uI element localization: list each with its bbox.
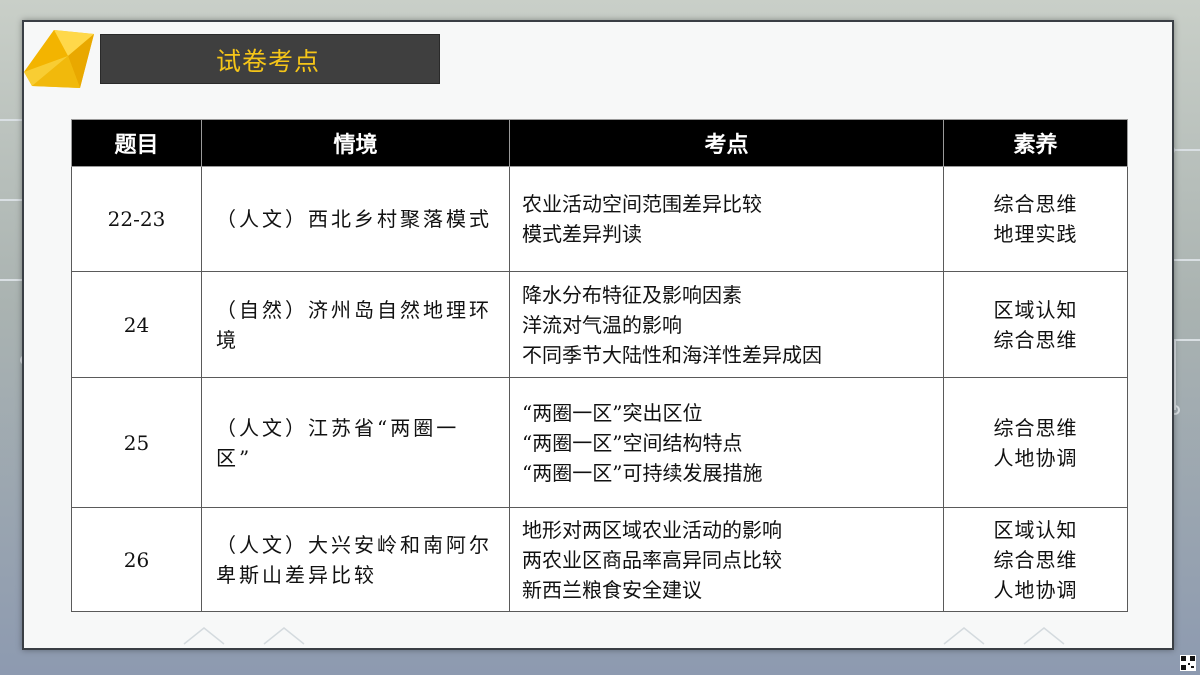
literacy-item: 综合思维 — [993, 415, 1078, 440]
point-item: 地形对两区域农业活动的影响 — [522, 517, 782, 542]
situation-cell: （人文）大兴安岭和南阿尔卑斯山差异比较 — [201, 507, 510, 612]
literacy-item: 综合思维 — [993, 547, 1078, 572]
table-row: 22-23 （人文）西北乡村聚落模式 农业活动空间范围差异比较 模式差异判读 综… — [71, 166, 1128, 272]
literacy-item: 综合思维 — [993, 327, 1078, 352]
table-row: 25 （人文）江苏省“两圈一区” “两圈一区”突出区位 “两圈一区”空间结构特点… — [71, 377, 1128, 508]
page-title: 试卷考点 — [216, 47, 321, 76]
situation-cell: （自然）济州岛自然地理环境 — [201, 271, 510, 378]
literacy-cell: 综合思维 人地协调 — [943, 377, 1128, 508]
literacy-item: 人地协调 — [993, 577, 1078, 602]
table-row: 26 （人文）大兴安岭和南阿尔卑斯山差异比较 地形对两区域农业活动的影响 两农业… — [71, 507, 1128, 612]
point-item: 不同季节大陆性和海洋性差异成因 — [522, 342, 822, 367]
header-literacy: 素养 — [943, 119, 1128, 167]
literacy-item: 综合思维 — [993, 192, 1078, 216]
points-cell: 地形对两区域农业活动的影响 两农业区商品率高异同点比较 新西兰粮食安全建议 — [509, 507, 944, 612]
header-situation: 情境 — [201, 119, 510, 167]
literacy-cell: 综合思维 地理实践 — [943, 166, 1128, 272]
point-item: “两圈一区”突出区位 — [522, 400, 703, 425]
header-question: 题目 — [71, 119, 202, 167]
point-item: 降水分布特征及影响因素 — [522, 282, 742, 307]
question-number: 22-23 — [71, 166, 202, 272]
point-item: 模式差异判读 — [522, 222, 642, 246]
point-item: “两圈一区”空间结构特点 — [522, 430, 743, 455]
exam-points-table: 题目 情境 考点 素养 22-23 （人文）西北乡村聚落模式 农业活动空间范围差… — [71, 119, 1128, 612]
literacy-item: 区域认知 — [993, 517, 1078, 542]
situation-cell: （人文）江苏省“两圈一区” — [201, 377, 510, 508]
literacy-item: 地理实践 — [993, 222, 1078, 246]
table-header-row: 题目 情境 考点 素养 — [71, 119, 1128, 167]
point-item: “两圈一区”可持续发展措施 — [522, 460, 763, 485]
hex-decoration-bottom — [183, 627, 1065, 645]
question-number: 24 — [71, 271, 202, 378]
gem-logo-icon — [24, 30, 94, 88]
point-item: 两农业区商品率高异同点比较 — [522, 547, 782, 572]
literacy-item: 区域认知 — [993, 297, 1078, 322]
literacy-item: 人地协调 — [993, 445, 1078, 470]
question-number: 25 — [71, 377, 202, 508]
point-item: 新西兰粮食安全建议 — [522, 577, 702, 602]
qr-code-icon — [1180, 655, 1196, 671]
table-row: 24 （自然）济州岛自然地理环境 降水分布特征及影响因素 洋流对气温的影响 不同… — [71, 271, 1128, 378]
situation-cell: （人文）西北乡村聚落模式 — [201, 166, 510, 272]
point-item: 洋流对气温的影响 — [522, 312, 682, 337]
question-number: 26 — [71, 507, 202, 612]
points-cell: 农业活动空间范围差异比较 模式差异判读 — [509, 166, 944, 272]
points-cell: “两圈一区”突出区位 “两圈一区”空间结构特点 “两圈一区”可持续发展措施 — [509, 377, 944, 508]
point-item: 农业活动空间范围差异比较 — [522, 192, 762, 216]
literacy-cell: 区域认知 综合思维 — [943, 271, 1128, 378]
literacy-cell: 区域认知 综合思维 人地协调 — [943, 507, 1128, 612]
points-cell: 降水分布特征及影响因素 洋流对气温的影响 不同季节大陆性和海洋性差异成因 — [509, 271, 944, 378]
header-points: 考点 — [509, 119, 944, 167]
